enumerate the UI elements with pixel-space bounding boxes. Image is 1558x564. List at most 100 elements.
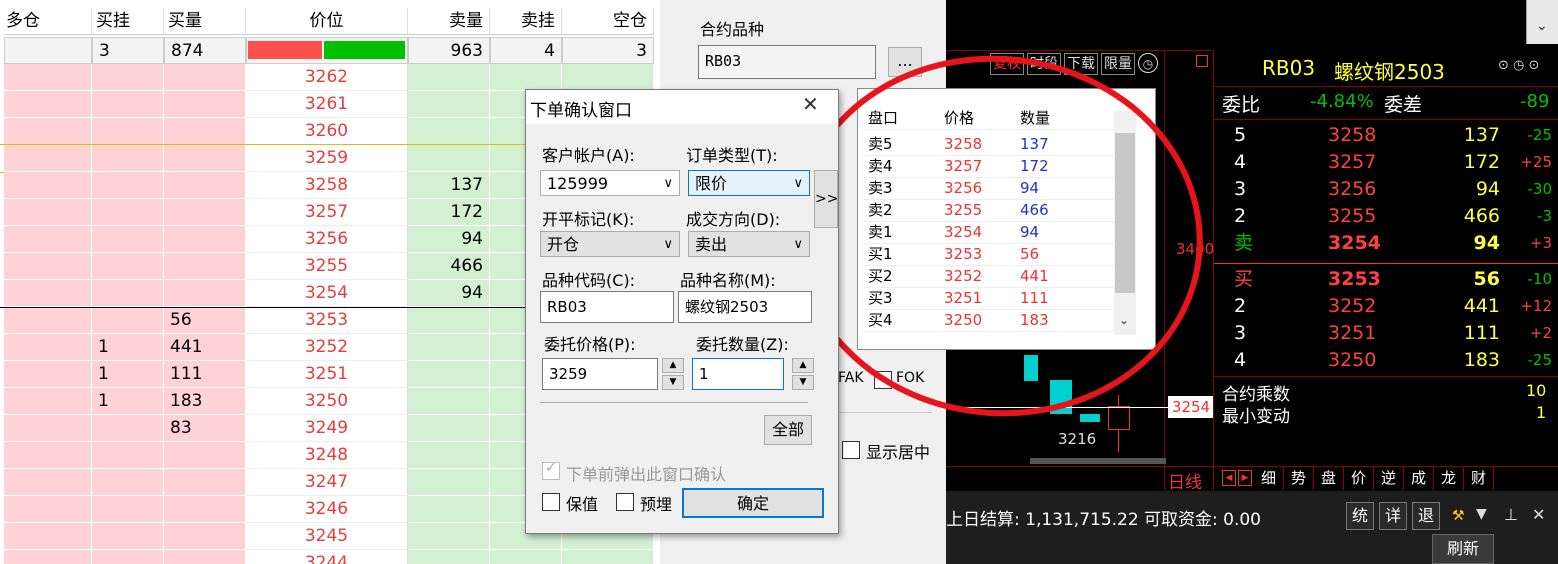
sell-volume-cell[interactable] <box>408 415 490 442</box>
hedge-checkbox[interactable] <box>542 493 560 511</box>
sell-volume-cell[interactable] <box>408 550 490 564</box>
price-cell[interactable]: 3244 <box>246 550 408 564</box>
buy-orders-cell[interactable] <box>92 172 164 199</box>
fok-checkbox[interactable] <box>874 371 892 389</box>
buy-volume-cell[interactable] <box>164 523 246 550</box>
daily-tab[interactable]: 日线 <box>1168 468 1202 493</box>
list-item[interactable]: 买2 3252 441 <box>864 265 1114 288</box>
sell-orders-cell[interactable] <box>490 64 562 91</box>
qty-up-button[interactable]: ▲ <box>792 358 814 373</box>
buy-volume-cell[interactable] <box>164 280 246 307</box>
quote-settings-icons[interactable]: ⊙ ◷ ⊙ <box>1498 58 1539 73</box>
table-row[interactable]: 3 3251 111 +2 <box>1214 320 1558 347</box>
buy-orders-cell[interactable] <box>92 118 164 145</box>
close-icon[interactable]: ✕ <box>802 92 819 116</box>
buy-volume-cell[interactable] <box>164 226 246 253</box>
short-pos-cell[interactable] <box>562 64 654 91</box>
price-cell[interactable]: 3262 <box>246 64 408 91</box>
price-cell[interactable]: 3246 <box>246 496 408 523</box>
name-input[interactable]: 螺纹钢2503 <box>678 291 812 323</box>
buy-volume-cell[interactable] <box>164 64 246 91</box>
sell-orders-cell[interactable] <box>490 550 562 564</box>
buy-volume-cell[interactable]: 183 <box>164 388 246 415</box>
table-row[interactable]: 5 3258 137 -25 <box>1214 122 1558 149</box>
list-item[interactable]: 卖3 3256 94 <box>864 177 1114 200</box>
table-row[interactable]: 4 3257 172 +25 <box>1214 149 1558 176</box>
price-cell[interactable]: 3249 <box>246 415 408 442</box>
sell-volume-cell[interactable]: 172 <box>408 199 490 226</box>
all-button[interactable]: 全部 <box>764 415 812 445</box>
buy-orders-cell[interactable] <box>92 64 164 91</box>
sell-volume-cell[interactable] <box>408 469 490 496</box>
price-cell[interactable]: 3256 <box>246 226 408 253</box>
tool-icon[interactable]: ⚒ <box>1452 508 1465 524</box>
long-pos-cell[interactable] <box>4 253 92 280</box>
center-checkbox[interactable] <box>842 441 860 459</box>
buy-volume-cell[interactable]: 56 <box>164 307 246 334</box>
openclose-select[interactable]: 开仓 ∨ <box>540 231 680 257</box>
sell-volume-cell[interactable] <box>408 118 490 145</box>
contract-browse-button[interactable]: ... <box>888 47 922 77</box>
long-pos-cell[interactable] <box>4 388 92 415</box>
sell-volume-cell[interactable] <box>408 334 490 361</box>
table-row[interactable]: 买 3253 56 -10 <box>1214 266 1558 293</box>
list-item[interactable]: 卖4 3257 172 <box>864 155 1114 178</box>
buy-orders-cell[interactable] <box>92 253 164 280</box>
toolbar-button[interactable]: 下载 <box>1064 53 1098 75</box>
long-pos-cell[interactable] <box>4 118 92 145</box>
price-down-button[interactable]: ▼ <box>662 375 684 390</box>
long-pos-cell[interactable] <box>4 226 92 253</box>
table-row[interactable]: 3 3256 94 -30 <box>1214 176 1558 203</box>
buy-volume-cell[interactable]: 111 <box>164 361 246 388</box>
buy-orders-cell[interactable] <box>92 199 164 226</box>
contract-input[interactable]: RB03 <box>698 45 876 79</box>
direction-select[interactable]: 卖出 ∨ <box>688 231 810 257</box>
buy-volume-cell[interactable] <box>164 496 246 523</box>
popup-scrollbar[interactable]: ⌄ <box>1114 111 1136 335</box>
price-cell[interactable]: 3258 <box>246 172 408 199</box>
buy-volume-cell[interactable] <box>164 550 246 564</box>
price-cell[interactable]: 3253 <box>246 307 408 334</box>
short-pos-cell[interactable] <box>562 550 654 564</box>
menu-down-icon[interactable]: ▼ <box>1476 506 1487 522</box>
table-row[interactable]: 2 3255 466 -3 <box>1214 203 1558 230</box>
buy-orders-cell[interactable] <box>92 145 164 172</box>
price-cell[interactable]: 3245 <box>246 523 408 550</box>
sell-volume-cell[interactable]: 466 <box>408 253 490 280</box>
long-pos-cell[interactable] <box>4 334 92 361</box>
buy-volume-cell[interactable] <box>164 118 246 145</box>
account-select[interactable]: 125999 ∨ <box>540 170 680 196</box>
sell-volume-cell[interactable] <box>408 496 490 523</box>
buy-orders-cell[interactable] <box>92 307 164 334</box>
buy-orders-cell[interactable] <box>92 280 164 307</box>
sell-volume-cell[interactable] <box>408 91 490 118</box>
sell-volume-cell[interactable] <box>408 307 490 334</box>
refresh-button[interactable]: 刷新 <box>1432 534 1494 564</box>
price-cell[interactable]: 3251 <box>246 361 408 388</box>
preset-checkbox[interactable] <box>616 493 634 511</box>
long-pos-cell[interactable] <box>4 199 92 226</box>
long-pos-cell[interactable] <box>4 415 92 442</box>
buy-orders-cell[interactable] <box>92 91 164 118</box>
price-cell[interactable]: 3254 <box>246 280 408 307</box>
status-button[interactable]: 统 <box>1346 502 1374 530</box>
price-cell[interactable]: 3248 <box>246 442 408 469</box>
price-cell[interactable]: 3255 <box>246 253 408 280</box>
price-cell[interactable]: 3257 <box>246 199 408 226</box>
confirm-popup-checkbox[interactable]: ✓ <box>542 460 560 480</box>
sell-volume-cell[interactable]: 94 <box>408 226 490 253</box>
buy-orders-cell[interactable] <box>92 442 164 469</box>
list-item[interactable]: 卖5 3258 137 <box>864 133 1114 156</box>
buy-volume-cell[interactable] <box>164 199 246 226</box>
long-pos-cell[interactable] <box>4 91 92 118</box>
list-item[interactable]: 卖2 3255 466 <box>864 199 1114 222</box>
long-pos-cell[interactable] <box>4 469 92 496</box>
list-item[interactable]: 买3 3251 111 <box>864 287 1114 310</box>
pin-icon[interactable]: ⊥ <box>1504 505 1518 524</box>
buy-volume-cell[interactable] <box>164 145 246 172</box>
toolbar-button[interactable]: 复权 <box>990 53 1024 75</box>
sell-volume-cell[interactable]: 94 <box>408 280 490 307</box>
price-cell[interactable]: 3260 <box>246 118 408 145</box>
order-type-select[interactable]: 限价 ∨ <box>688 170 810 196</box>
status-button[interactable]: 退 <box>1412 502 1440 530</box>
